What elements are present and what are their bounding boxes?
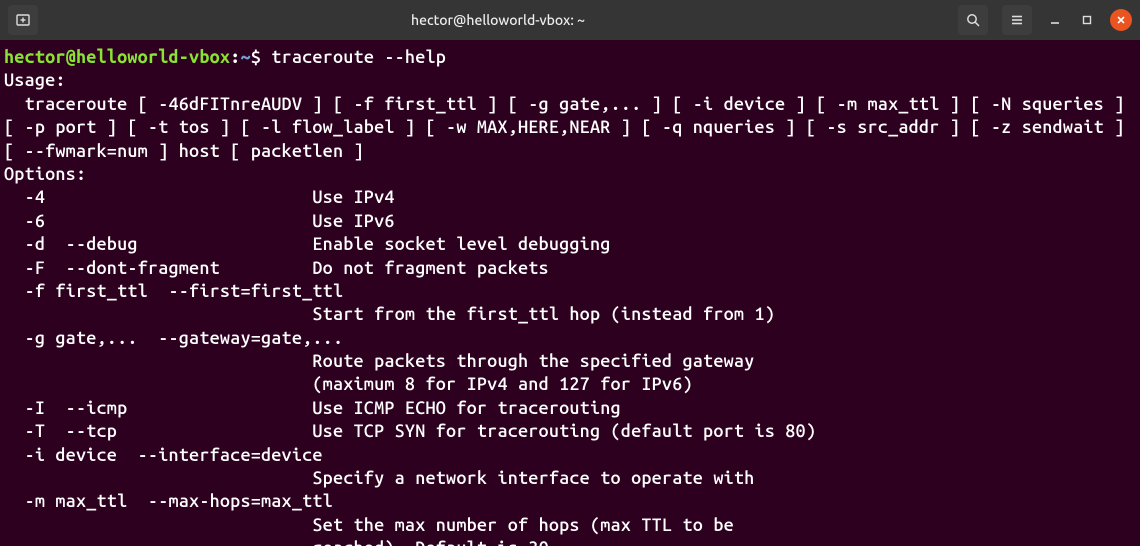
- command-text: traceroute --help: [271, 47, 446, 67]
- terminal-output: Usage: traceroute [ -46dFITnreAUDV ] [ -…: [4, 70, 1135, 546]
- minimize-icon: [1050, 15, 1060, 25]
- menu-button[interactable]: [1002, 5, 1032, 35]
- minimize-button[interactable]: [1046, 11, 1064, 29]
- prompt-space: [261, 47, 271, 67]
- maximize-icon: [1082, 15, 1092, 25]
- hamburger-icon: [1009, 12, 1025, 28]
- close-button[interactable]: [1110, 9, 1132, 31]
- prompt-user: hector: [4, 47, 66, 67]
- prompt-host: helloworld-vbox: [76, 47, 230, 67]
- prompt-path: ~: [240, 47, 250, 67]
- search-icon: [965, 12, 981, 28]
- window-title: hector@helloworld-vbox: ~: [46, 11, 950, 29]
- close-icon: [1116, 15, 1126, 25]
- maximize-button[interactable]: [1078, 11, 1096, 29]
- window-titlebar: hector@helloworld-vbox: ~: [0, 0, 1140, 40]
- new-tab-icon: [15, 12, 31, 28]
- new-tab-button[interactable]: [8, 5, 38, 35]
- terminal-area[interactable]: hector@helloworld-vbox:~$ traceroute --h…: [0, 40, 1140, 546]
- prompt-colon: :: [230, 47, 240, 67]
- search-button[interactable]: [958, 5, 988, 35]
- prompt-at: @: [66, 47, 76, 67]
- prompt-symbol: $: [251, 47, 261, 67]
